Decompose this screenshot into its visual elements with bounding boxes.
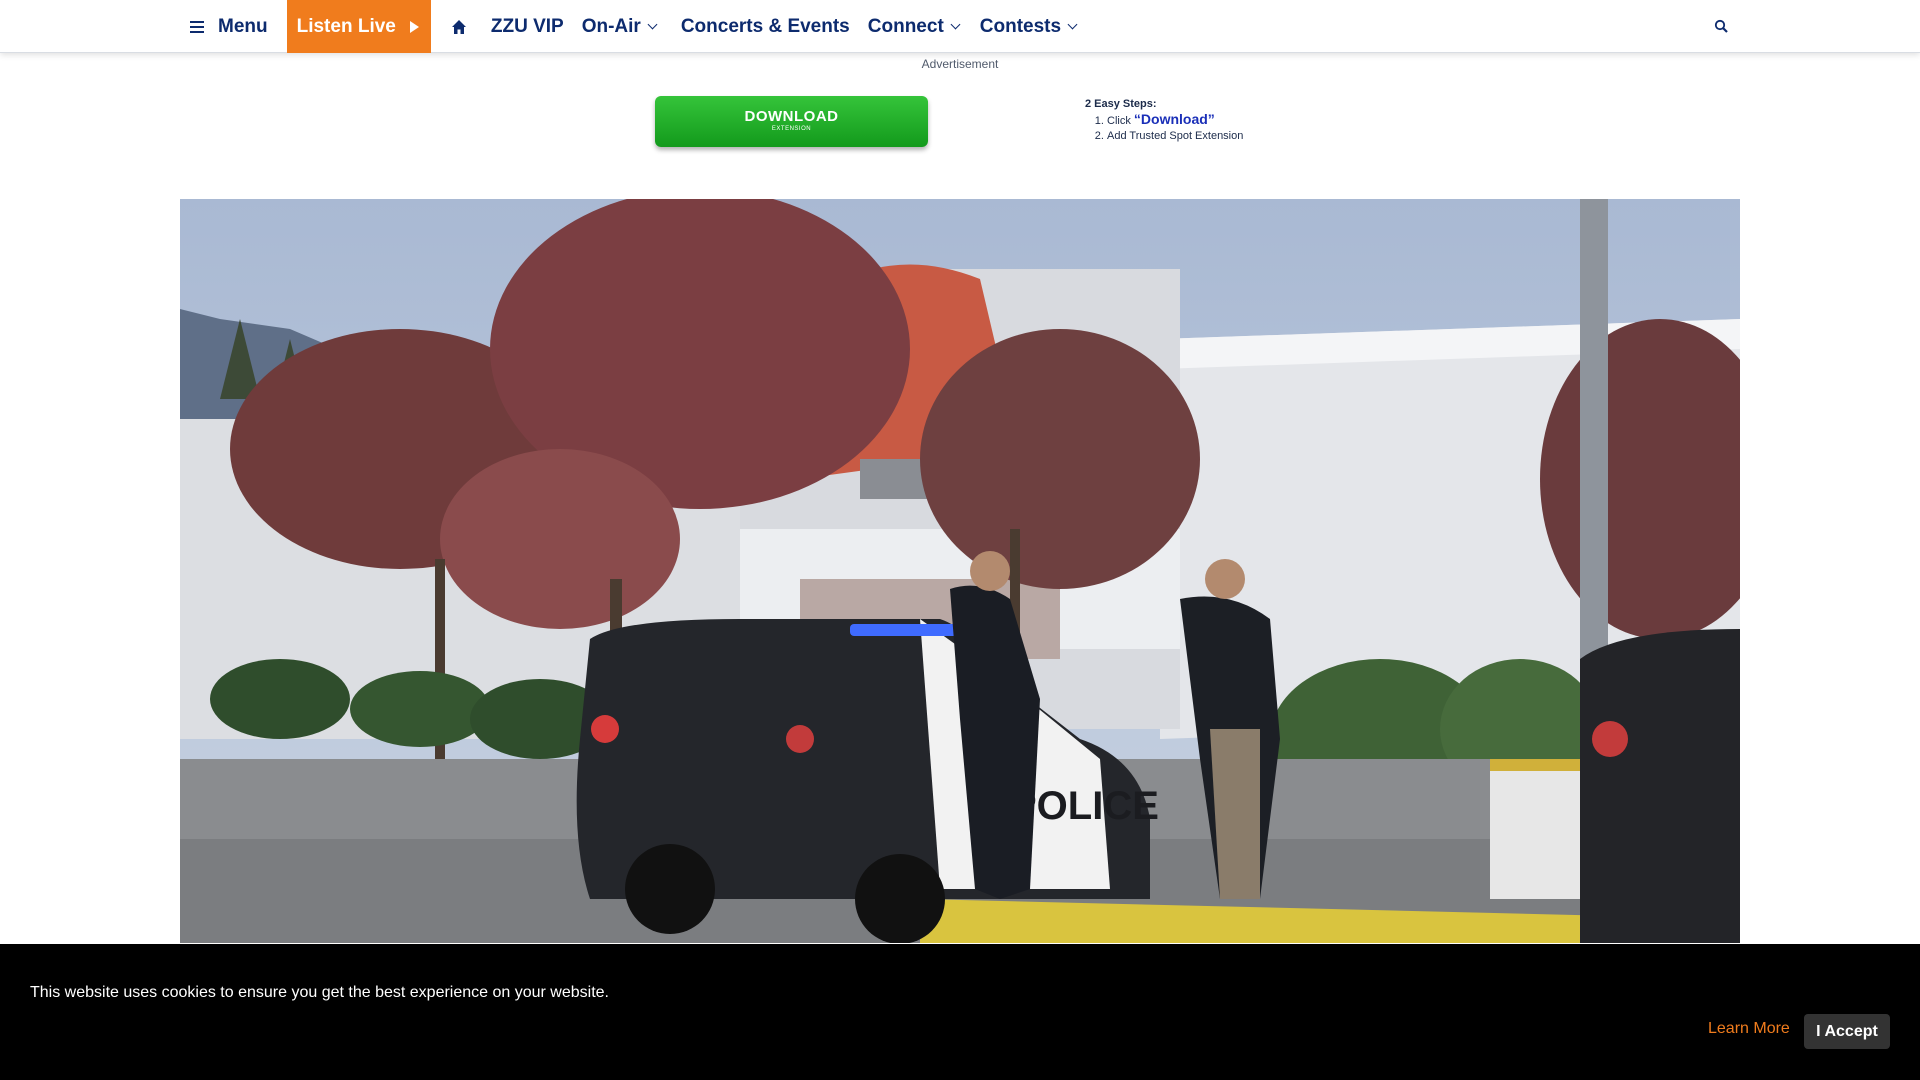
cookie-message: This website uses cookies to ensure you … xyxy=(30,984,609,1001)
nav-link-connect[interactable]: Connect xyxy=(859,0,968,53)
nav-link-zzu-vip[interactable]: ZZU VIP xyxy=(482,0,573,53)
ad-download-sublabel: EXTENSION xyxy=(771,126,812,132)
hero-image: POLICE xyxy=(180,199,1740,943)
ad-step-2: Add Trusted Spot Extension xyxy=(1107,129,1243,144)
learn-more-link[interactable]: Learn More xyxy=(1708,1020,1790,1038)
accept-cookies-button[interactable]: I Accept xyxy=(1804,1014,1890,1049)
nav-link-label: Concerts & Events xyxy=(680,15,850,37)
menu-label: Menu xyxy=(218,15,268,37)
home-button[interactable] xyxy=(431,0,482,53)
nav-link-label: Connect xyxy=(867,15,944,37)
home-icon xyxy=(451,19,466,34)
chevron-down-icon xyxy=(950,19,961,30)
hamburger-icon xyxy=(190,18,204,36)
nav-link-concerts-events[interactable]: Concerts & Events xyxy=(665,0,859,53)
nav-link-label: On-Air xyxy=(581,15,641,37)
nav-link-label: Contests xyxy=(979,15,1062,37)
chevron-down-icon xyxy=(1067,19,1078,30)
police-scene-image: POLICE xyxy=(180,199,1740,943)
advertisement-label: Advertisement xyxy=(921,57,999,71)
nav-items: Menu Listen Live ZZU VIP On-Air Concerts… xyxy=(180,0,1085,53)
ad-download-label: DOWNLOAD xyxy=(744,108,839,125)
listen-live-label: Listen Live xyxy=(296,15,396,37)
chevron-down-icon xyxy=(647,19,658,30)
ad-download-button[interactable]: DOWNLOAD EXTENSION xyxy=(655,96,928,147)
ad-step-1-link[interactable]: “Download” xyxy=(1134,111,1215,127)
cookie-banner: This website uses cookies to ensure you … xyxy=(0,944,1920,1080)
ad-step-1: Click “Download” xyxy=(1107,112,1243,129)
play-icon xyxy=(409,20,419,33)
menu-button[interactable]: Menu xyxy=(180,0,287,53)
nav-link-contests[interactable]: Contests xyxy=(968,0,1085,53)
listen-live-button[interactable]: Listen Live xyxy=(286,0,431,53)
search-icon xyxy=(1714,19,1728,33)
ad-steps-list: Click “Download” Add Trusted Spot Extens… xyxy=(1107,112,1243,144)
top-navigation: Menu Listen Live ZZU VIP On-Air Concerts… xyxy=(0,0,1920,53)
nav-link-label: ZZU VIP xyxy=(490,15,564,37)
ad-step-1-prefix: Click xyxy=(1107,115,1131,127)
nav-link-on-air[interactable]: On-Air xyxy=(573,0,665,53)
search-button[interactable] xyxy=(1712,17,1732,37)
ad-steps: 2 Easy Steps: Click “Download” Add Trust… xyxy=(1085,98,1243,144)
ad-steps-title: 2 Easy Steps: xyxy=(1085,98,1157,110)
